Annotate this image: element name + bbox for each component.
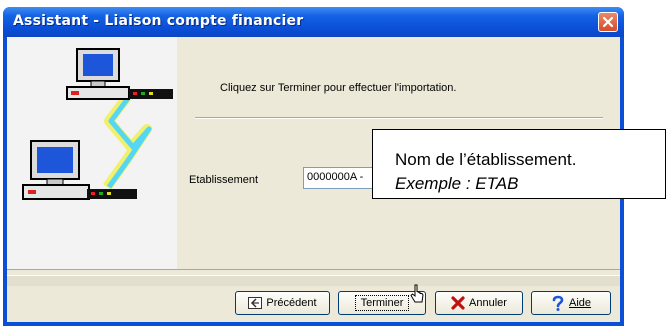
close-button[interactable] bbox=[598, 12, 618, 32]
computer-icon bbox=[66, 48, 173, 100]
etablissement-field[interactable]: 0000000A - bbox=[303, 167, 383, 189]
previous-button[interactable]: Précédent bbox=[235, 291, 330, 315]
network-link-icon bbox=[102, 94, 152, 190]
previous-icon bbox=[248, 297, 263, 309]
previous-label: Précédent bbox=[266, 297, 317, 309]
mouse-cursor-icon bbox=[410, 284, 424, 303]
title-bar[interactable]: Assistant - Liaison compte financier bbox=[3, 7, 624, 37]
etablissement-label: Etablissement bbox=[189, 174, 259, 186]
callout-example: Exemple : ETAB bbox=[395, 174, 519, 193]
help-label: Aide bbox=[568, 297, 592, 309]
cancel-x-icon bbox=[451, 296, 465, 310]
divider bbox=[7, 269, 620, 270]
instruction-text: Cliquez sur Terminer pour effectuer l'im… bbox=[220, 82, 457, 94]
callout-title: Nom de l’établissement. bbox=[395, 150, 577, 169]
status-strip bbox=[7, 275, 620, 286]
cancel-label: Annuler bbox=[469, 297, 507, 309]
close-icon bbox=[602, 16, 614, 28]
wizard-illustration bbox=[7, 37, 177, 269]
cancel-button[interactable]: Annuler bbox=[435, 291, 523, 315]
help-question-icon bbox=[552, 295, 564, 311]
divider bbox=[195, 117, 603, 119]
help-button[interactable]: Aide bbox=[531, 291, 611, 315]
annotation-callout: Nom de l’établissement. Exemple : ETAB bbox=[372, 129, 666, 199]
finish-label: Terminer bbox=[354, 295, 410, 311]
window-title: Assistant - Liaison compte financier bbox=[13, 13, 304, 29]
